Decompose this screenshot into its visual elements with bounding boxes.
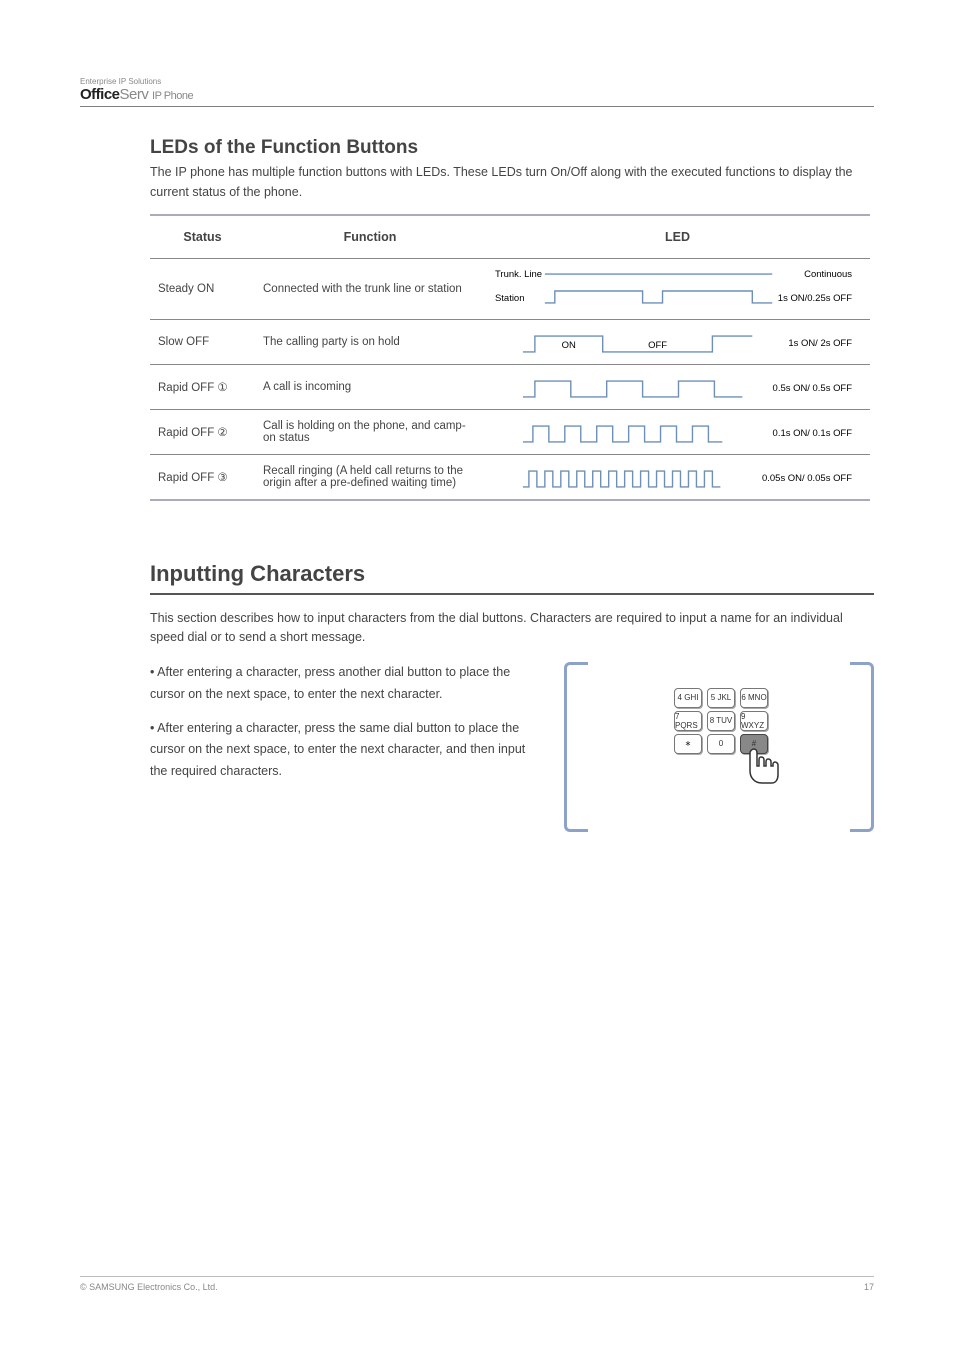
- key-8: 8 TUV: [707, 711, 735, 731]
- key-0: 0: [707, 734, 735, 754]
- char-intro: This section describes how to input char…: [150, 609, 874, 648]
- led-table: Status Function LED Steady ON Connected …: [150, 214, 870, 501]
- section-title-leds: LEDs of the Function Buttons: [150, 137, 874, 159]
- row1-func: The calling party is on hold: [255, 320, 485, 365]
- lbl-station: Station: [495, 293, 524, 304]
- th-status: Status: [150, 215, 255, 259]
- row0-func: Connected with the trunk line or station: [255, 259, 485, 320]
- waveform-icon: 0.5s ON/ 0.5s OFF: [493, 371, 862, 403]
- header-logo: Enterprise IP Solutions OfficeServ IP Ph…: [80, 78, 874, 103]
- footer-page-number: 17: [864, 1282, 874, 1292]
- row1-led: ON OFF 1s ON/ 2s OFF: [485, 320, 870, 365]
- th-function: Function: [255, 215, 485, 259]
- logo-office: Office: [80, 86, 120, 103]
- row4-led: 0.05s ON/ 0.05s OFF: [485, 455, 870, 501]
- bracket-right-icon: [850, 662, 874, 832]
- row2-status: Rapid OFF ①: [150, 365, 255, 410]
- keypad-figure: 4 GHI 5 JKL 6 MNO 7 PQRS 8 TUV 9 WXYZ ∗ …: [564, 662, 874, 832]
- key-9: 9 WXYZ: [740, 711, 768, 731]
- lbl-trunk: Trunk. Line: [495, 269, 542, 280]
- row4-func: Recall ringing (A held call returns to t…: [255, 455, 485, 501]
- header-rule: [80, 106, 874, 107]
- waveform-icon: 0.05s ON/ 0.05s OFF: [493, 461, 862, 493]
- lbl-01s: 0.1s ON/ 0.1s OFF: [773, 428, 853, 439]
- bracket-left-icon: [564, 662, 588, 832]
- lbl-on: ON: [562, 340, 576, 351]
- bullet-b: • After entering a character, press the …: [150, 718, 540, 784]
- logo-ip: IP Phone: [152, 90, 193, 102]
- key-6: 6 MNO: [740, 688, 768, 708]
- key-star: ∗: [674, 734, 702, 754]
- figure-row: • After entering a character, press anot…: [150, 662, 874, 832]
- footer: © SAMSUNG Electronics Co., Ltd. 17: [0, 1276, 954, 1292]
- key-4: 4 GHI: [674, 688, 702, 708]
- page: Enterprise IP Solutions OfficeServ IP Ph…: [0, 0, 954, 832]
- footer-copyright: © SAMSUNG Electronics Co., Ltd.: [80, 1282, 218, 1292]
- waveform-icon: ON OFF 1s ON/ 2s OFF: [493, 326, 862, 358]
- logo-subtitle: Enterprise IP Solutions: [80, 78, 874, 87]
- logo-main: OfficeServ IP Phone: [80, 87, 874, 104]
- lbl-continuous: Continuous: [804, 269, 852, 280]
- row2-led: 0.5s ON/ 0.5s OFF: [485, 365, 870, 410]
- waveform-icon: 0.1s ON/ 0.1s OFF: [493, 416, 862, 448]
- lbl-05s: 0.5s ON/ 0.5s OFF: [773, 383, 853, 394]
- section-title-characters: Inputting Characters: [150, 561, 874, 595]
- row3-status: Rapid OFF ②: [150, 410, 255, 455]
- row3-led: 0.1s ON/ 0.1s OFF: [485, 410, 870, 455]
- row3-func: Call is holding on the phone, and camp-o…: [255, 410, 485, 455]
- row2-func: A call is incoming: [255, 365, 485, 410]
- row0-status: Steady ON: [150, 259, 255, 320]
- lbl-005s: 0.05s ON/ 0.05s OFF: [762, 473, 852, 484]
- waveform-icon: Trunk. Line Continuous Station 1s ON/0.2…: [493, 265, 862, 313]
- lbl-1s2s: 1s ON/ 2s OFF: [788, 338, 852, 349]
- intro-text: The IP phone has multiple function butto…: [150, 163, 874, 202]
- row0-led: Trunk. Line Continuous Station 1s ON/0.2…: [485, 259, 870, 320]
- hand-pointer-icon: [738, 745, 788, 795]
- row1-status: Slow OFF: [150, 320, 255, 365]
- lbl-1s: 1s ON/0.25s OFF: [778, 293, 852, 304]
- key-5: 5 JKL: [707, 688, 735, 708]
- bullet-a: • After entering a character, press anot…: [150, 662, 540, 706]
- char-bullets: • After entering a character, press anot…: [150, 662, 540, 795]
- key-7: 7 PQRS: [674, 711, 702, 731]
- lbl-off: OFF: [648, 340, 667, 351]
- th-led: LED: [485, 215, 870, 259]
- row4-status: Rapid OFF ③: [150, 455, 255, 501]
- logo-serv: Serv: [120, 86, 149, 103]
